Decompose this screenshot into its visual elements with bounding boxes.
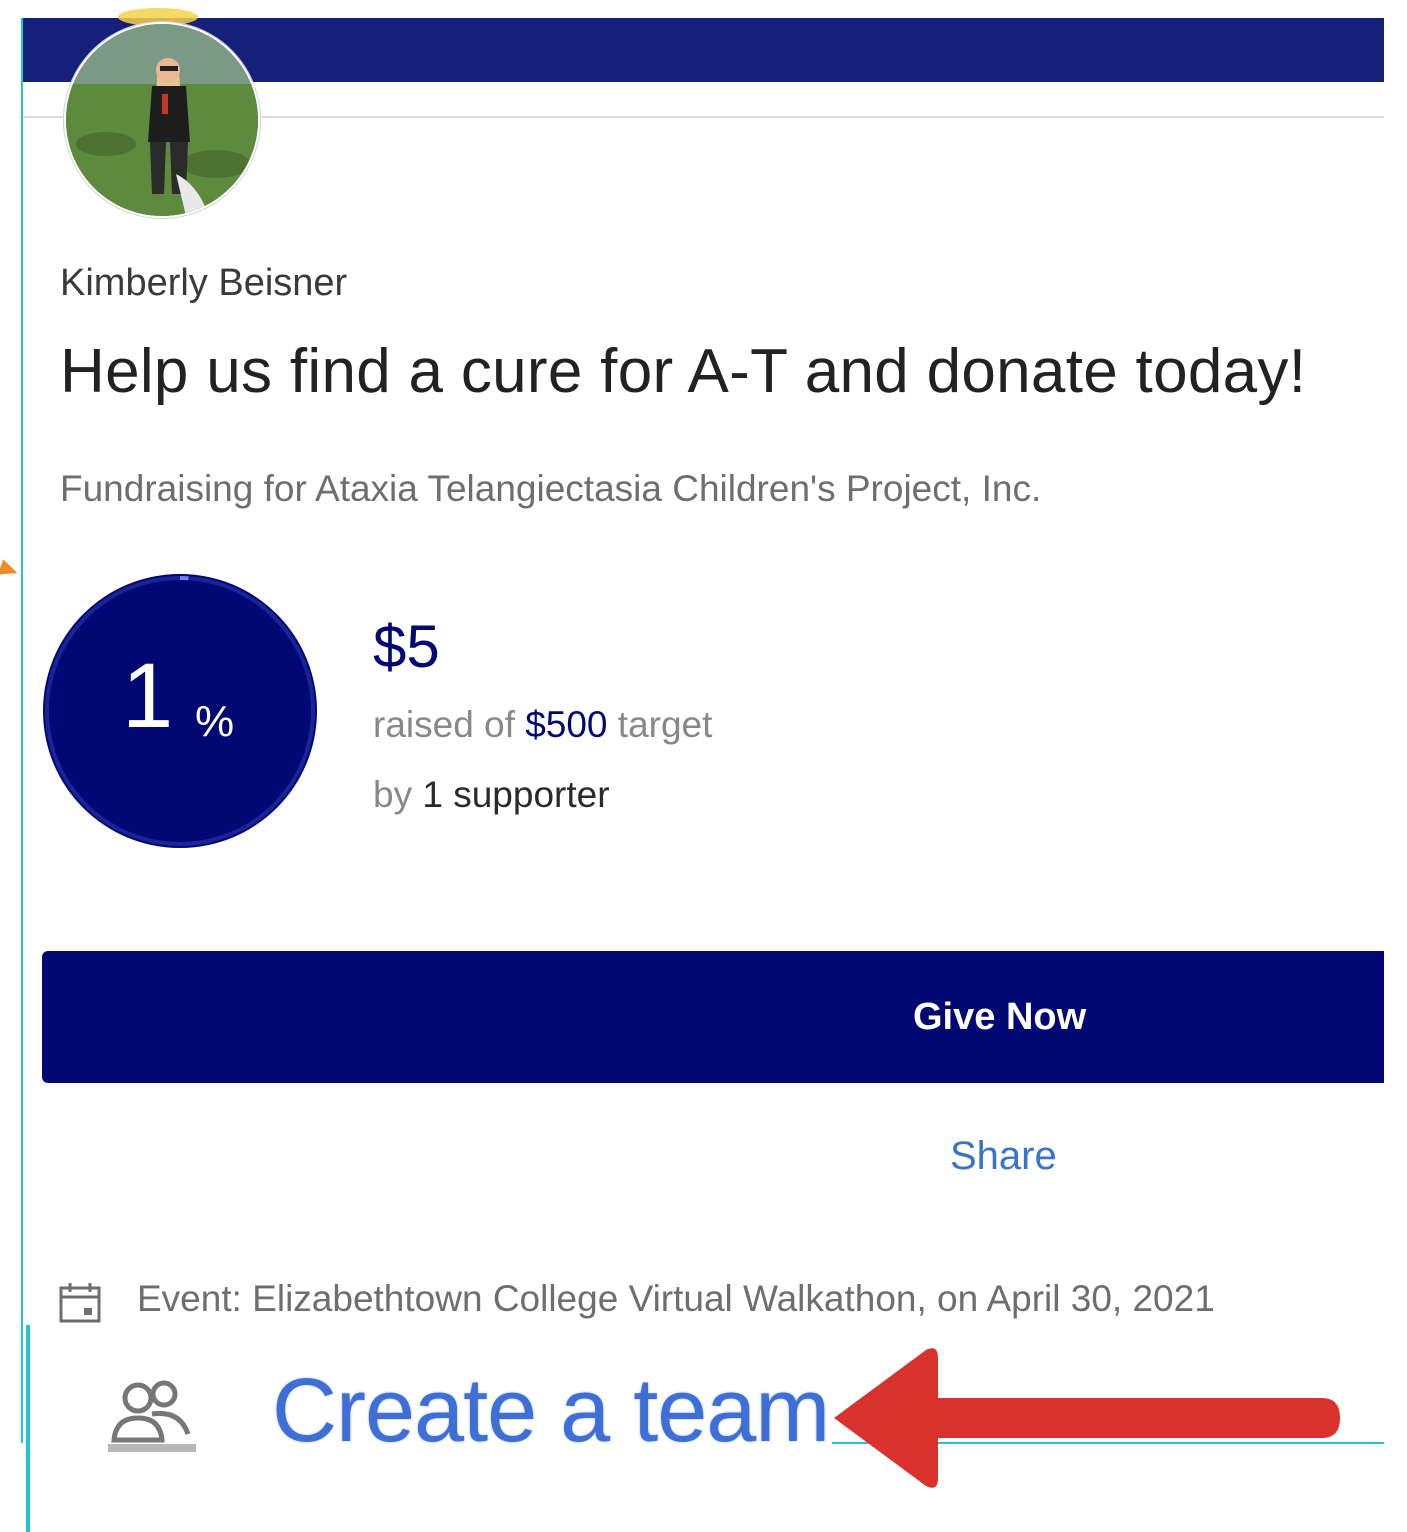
progress-circle (43, 574, 317, 848)
calendar-icon (59, 1283, 101, 1323)
amount-raised: $5 (373, 613, 440, 680)
target-amount: $500 (525, 704, 608, 745)
charity-line: Fundraising for Ataxia Telangiectasia Ch… (60, 468, 1042, 509)
give-now-label: Give Now (913, 995, 1087, 1038)
raised-of-target: raised of $500 target (373, 704, 712, 746)
share-link[interactable]: Share (950, 1134, 1057, 1179)
supporter-count-text: 1 supporter (422, 774, 610, 815)
progress-percent-symbol: % (195, 697, 235, 746)
supporter-prefix: by (373, 774, 423, 815)
avatar-photo (66, 24, 258, 216)
arrow-left-icon (834, 1348, 1340, 1488)
avatar (64, 22, 260, 218)
orange-marker (0, 559, 21, 581)
create-team-link[interactable]: Create a team (272, 1360, 830, 1463)
raised-suffix: target (607, 704, 713, 745)
team-icon (108, 1380, 196, 1452)
fundraiser-owner-name: Kimberly Beisner (60, 262, 348, 304)
event-details: Event: Elizabethtown College Virtual Wal… (137, 1278, 1215, 1319)
raised-prefix: raised of (373, 704, 526, 745)
give-now-button[interactable]: Give Now (42, 951, 1384, 1083)
frame-left-border-lower (26, 1325, 30, 1532)
page-title: Help us find a cure for A-T and donate t… (60, 337, 1307, 406)
fundraising-page: Kimberly Beisner Help us find a cure for… (0, 0, 1407, 1532)
progress-ring (45, 576, 315, 846)
frame-left-border (21, 18, 23, 1443)
supporter-count: by 1 supporter (373, 774, 610, 816)
progress-percent-value: 1 (122, 645, 174, 747)
